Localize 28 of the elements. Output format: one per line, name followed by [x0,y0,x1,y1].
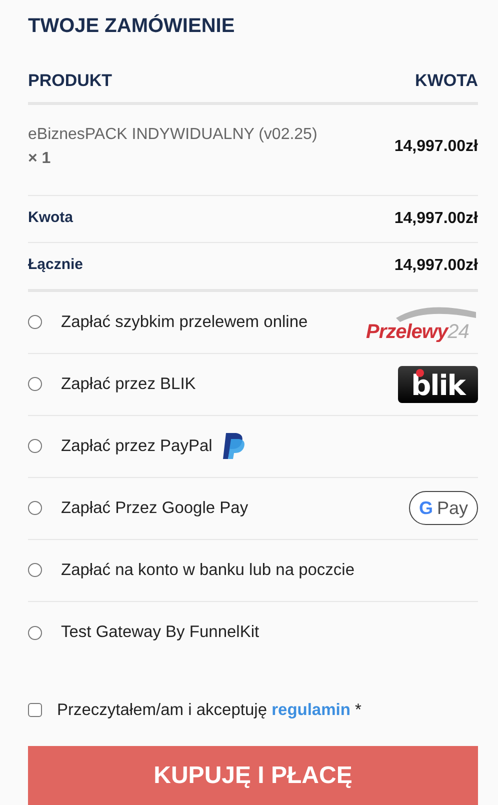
payment-label[interactable]: Zapłać na konto w banku lub na poczcie [61,558,355,582]
payment-label[interactable]: Zapłać przez BLIK [61,372,196,396]
google-pay-logo: G Pay [408,491,478,525]
product-amount: 14,997.00zł [394,136,478,156]
total-amount: 14,997.00zł [394,208,478,228]
total-amount: 14,997.00zł [394,256,478,276]
radio-button[interactable] [28,439,42,453]
radio-button[interactable] [28,563,42,577]
checkbox[interactable] [28,702,42,717]
radio-button[interactable] [28,626,42,640]
payment-label[interactable]: Zapłać przez PayPal [61,434,212,458]
radio-button[interactable] [28,315,42,329]
product-name: eBiznesPACK INDYWIDUALNY (v02.25) [28,124,318,144]
payment-label[interactable]: Test Gateway By FunnelKit [61,620,260,645]
total-label: Kwota [28,208,73,228]
column-header: KWOTA [415,70,478,92]
blik-logo: blik [398,366,478,402]
radio-button[interactable] [28,377,42,391]
radio-button[interactable] [28,501,42,515]
product-quantity: × 1 [28,148,52,168]
terms-text: Przeczytałem/am i akceptuję regulamin * [57,700,362,720]
przelewy24-logo: Przelewy24 [366,302,478,342]
paypal-icon [222,432,246,460]
total-label: Łącznie [28,255,84,276]
column-header: PRODUKT [28,70,112,92]
payment-label[interactable]: Zapłać Przez Google Pay [61,496,248,520]
order-title: TWOJE ZAMÓWIENIE [28,14,236,38]
payment-label[interactable]: Zapłać szybkim przelewem online [61,310,308,334]
